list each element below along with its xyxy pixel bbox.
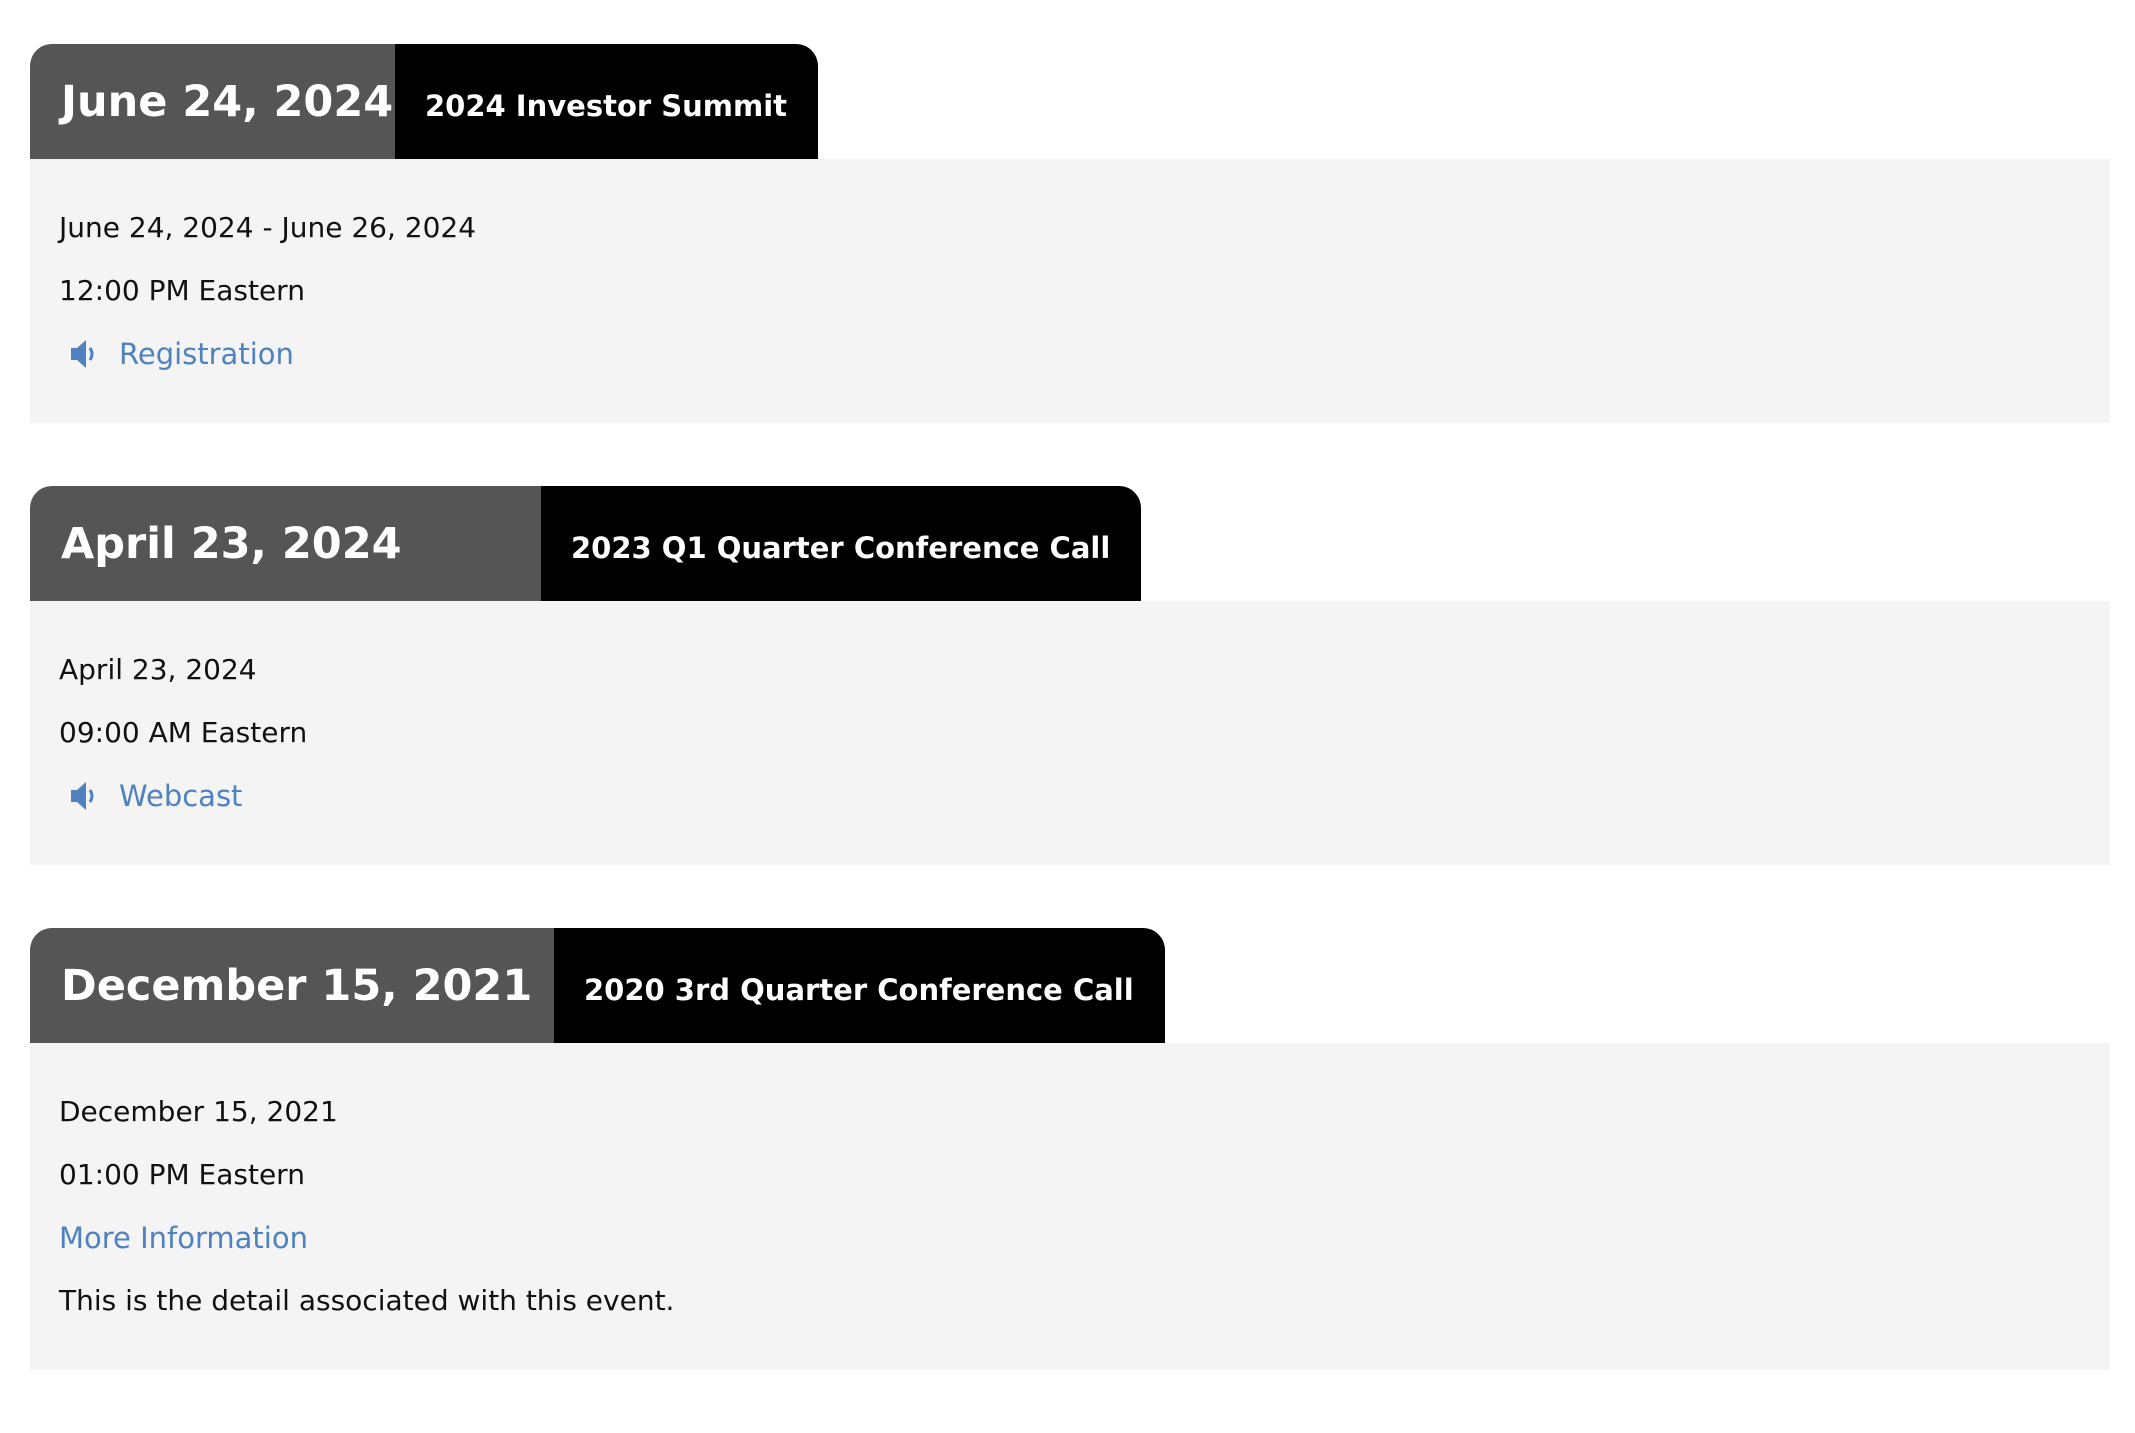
webcast-link-row[interactable]: Webcast [59, 764, 2081, 827]
more-information-link-row[interactable]: More Information [59, 1206, 2081, 1269]
event-time: 01:00 PM Eastern [59, 1158, 305, 1191]
event-body: April 23, 2024 09:00 AM Eastern Webcast [30, 601, 2110, 865]
event-header-date: June 24, 2024 [30, 44, 395, 159]
event-date-range: April 23, 2024 [59, 653, 257, 686]
speaker-icon [67, 778, 103, 814]
event-body: June 24, 2024 - June 26, 2024 12:00 PM E… [30, 159, 2110, 423]
event-title: 2023 Q1 Quarter Conference Call [541, 486, 1142, 601]
event-card: April 23, 2024 2023 Q1 Quarter Conferenc… [30, 486, 2110, 865]
registration-link-row[interactable]: Registration [59, 322, 2081, 385]
more-information-link[interactable]: More Information [59, 1221, 308, 1255]
event-card: December 15, 2021 2020 3rd Quarter Confe… [30, 928, 2110, 1370]
event-title: 2020 3rd Quarter Conference Call [554, 928, 1165, 1043]
events-list: June 24, 2024 2024 Investor Summit June … [30, 44, 2110, 1433]
webcast-link[interactable]: Webcast [119, 779, 242, 813]
speaker-icon [67, 336, 103, 372]
event-title: 2024 Investor Summit [395, 44, 819, 159]
event-header: April 23, 2024 2023 Q1 Quarter Conferenc… [30, 486, 2110, 601]
event-header: June 24, 2024 2024 Investor Summit [30, 44, 2110, 159]
registration-link[interactable]: Registration [119, 337, 294, 371]
event-date-range: December 15, 2021 [59, 1095, 338, 1128]
event-time: 09:00 AM Eastern [59, 716, 308, 749]
event-detail: This is the detail associated with this … [59, 1284, 675, 1317]
event-card: June 24, 2024 2024 Investor Summit June … [30, 44, 2110, 423]
event-body: December 15, 2021 01:00 PM Eastern More … [30, 1043, 2110, 1370]
event-header: December 15, 2021 2020 3rd Quarter Confe… [30, 928, 2110, 1043]
event-header-date: April 23, 2024 [30, 486, 541, 601]
event-time: 12:00 PM Eastern [59, 274, 305, 307]
event-header-date: December 15, 2021 [30, 928, 554, 1043]
event-date-range: June 24, 2024 - June 26, 2024 [59, 211, 477, 244]
